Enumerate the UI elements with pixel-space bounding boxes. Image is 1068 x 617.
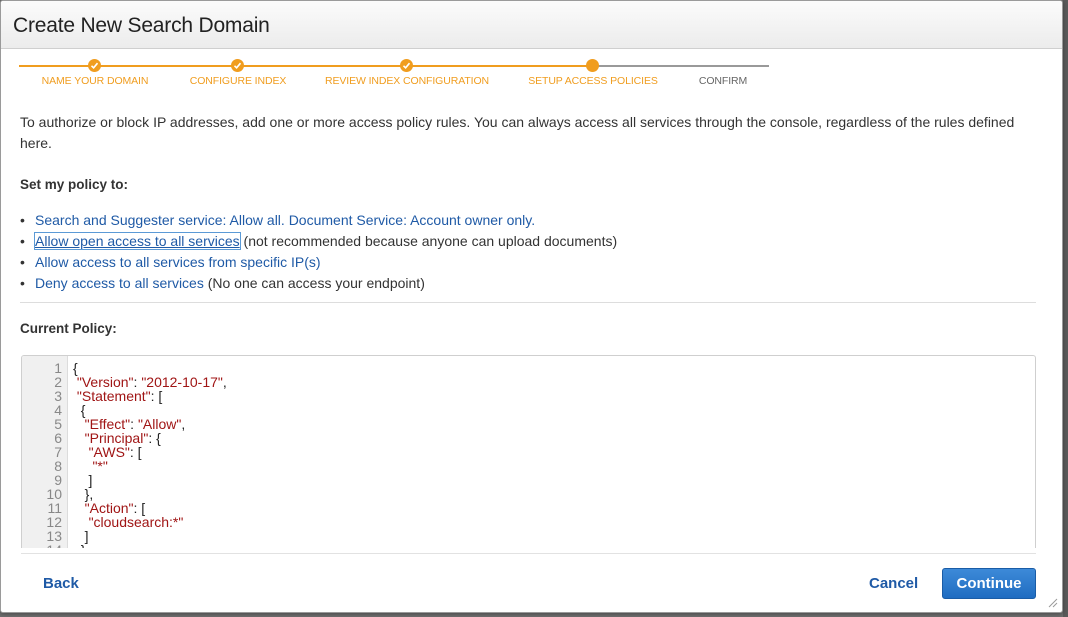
code-line: "Effect": "Allow",: [84, 416, 186, 432]
policy-option-note: (No one can access your endpoint): [203, 275, 425, 291]
policy-code-editor[interactable]: 1234567891011121314 { "Version": "2012-1…: [21, 355, 1036, 548]
current-policy-heading: Current Policy:: [20, 321, 117, 336]
code-line: "Statement": [: [76, 388, 163, 404]
bullet: •: [20, 212, 25, 228]
line-number: 13: [46, 528, 62, 544]
policy-option-deny-access-link[interactable]: Deny access to all services: [35, 275, 204, 291]
code-line: {: [73, 402, 86, 418]
bullet: •: [20, 275, 25, 291]
line-number: 6: [54, 430, 62, 446]
line-number: 2: [54, 374, 62, 390]
line-number: 8: [54, 458, 62, 474]
code-line: "Version": "2012-10-17",: [76, 374, 227, 390]
divider: [21, 553, 1036, 554]
wizard-progress: NAME YOUR DOMAIN CONFIGURE INDEX REVIEW …: [19, 57, 771, 97]
cancel-button[interactable]: Cancel: [869, 575, 918, 592]
policy-heading: Set my policy to:: [20, 177, 129, 192]
wizard-track-pending: [593, 65, 769, 67]
bullet: •: [20, 254, 25, 270]
code-line: "*": [92, 458, 108, 474]
line-number: 4: [54, 402, 62, 418]
code-line: "Action": [: [84, 500, 146, 516]
list-item: • Search and Suggester service: Allow all…: [20, 210, 617, 231]
step-complete-check-icon: [231, 59, 244, 72]
code-line: "AWS": [: [88, 444, 142, 460]
wizard-step-configure-index[interactable]: CONFIGURE INDEX: [190, 75, 287, 87]
line-number: 7: [54, 444, 62, 460]
intro-text: To authorize or block IP addresses, add …: [20, 114, 1015, 151]
line-number: 5: [54, 416, 62, 432]
step-complete-check-icon: [400, 59, 413, 72]
policy-option-open-access-link[interactable]: Allow open access to all services: [34, 232, 241, 250]
code-line: "cloudsearch:*": [88, 514, 184, 530]
list-item: • Allow open access to all services (not …: [20, 231, 617, 252]
wizard-step-review-index-configuration[interactable]: REVIEW INDEX CONFIGURATION: [325, 75, 489, 87]
line-number: 3: [54, 388, 62, 404]
line-number: 12: [46, 514, 62, 530]
code-line: "Principal": {: [84, 430, 161, 446]
step-complete-check-icon: [88, 59, 101, 72]
code-line: }: [73, 543, 86, 548]
line-number-gutter: 1234567891011121314: [22, 356, 68, 548]
line-number: 1: [54, 360, 62, 376]
code-line: ]: [73, 528, 89, 544]
code-line: },: [73, 486, 94, 502]
line-number: 9: [54, 472, 62, 488]
wizard-track-complete: [19, 65, 593, 67]
window-edge: [1063, 0, 1068, 617]
line-number: 10: [46, 486, 62, 502]
policy-option-search-suggester-link[interactable]: Search and Suggester service: Allow all.…: [35, 212, 535, 228]
list-item: • Allow access to all services from speci…: [20, 252, 617, 273]
list-item: • Deny access to all services (No one can…: [20, 273, 617, 294]
policy-options-list: • Search and Suggester service: Allow all…: [20, 210, 617, 294]
create-search-domain-dialog: Create New Search Domain NAME YOUR DOMAI…: [0, 0, 1063, 613]
wizard-step-name-your-domain[interactable]: NAME YOUR DOMAIN: [42, 75, 149, 87]
wizard-step-confirm: CONFIRM: [698, 75, 748, 87]
resize-grip-icon[interactable]: [1046, 596, 1058, 608]
wizard-step-setup-access-policies: SETUP ACCESS POLICIES: [528, 75, 658, 87]
code-line: {: [73, 360, 78, 376]
step-current-dot-icon: [586, 59, 599, 72]
line-number: 11: [47, 500, 62, 516]
back-button[interactable]: Back: [43, 575, 79, 592]
policy-option-specific-ips-link[interactable]: Allow access to all services from specif…: [35, 254, 321, 270]
dialog-header: Create New Search Domain: [1, 1, 1062, 49]
divider: [20, 302, 1036, 303]
continue-button[interactable]: Continue: [942, 568, 1036, 599]
dialog-title: Create New Search Domain: [13, 14, 270, 37]
code-line: ]: [73, 472, 93, 488]
policy-option-note: (not recommended because anyone can uplo…: [239, 233, 618, 249]
bullet: •: [20, 233, 25, 249]
line-number: 14: [22, 543, 62, 548]
